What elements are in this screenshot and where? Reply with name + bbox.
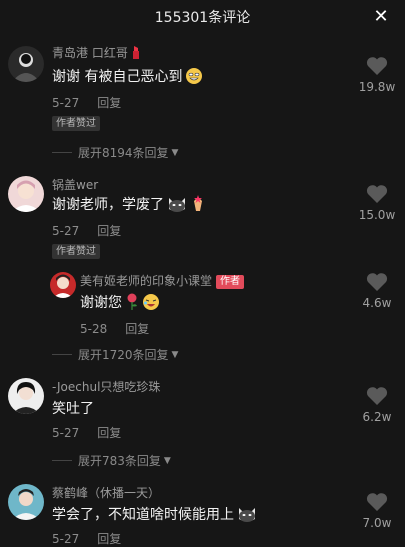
grinning-emoji-icon [185,67,203,89]
comment-username[interactable]: -Joechul只想吃珍珠 [52,378,160,395]
chevron-down-icon: ▼ [163,455,171,466]
reply-button[interactable]: 回复 [97,426,121,440]
comment-date: 5-28 [80,322,108,336]
divider-line [52,152,72,153]
heart-icon [366,493,388,511]
comment-text: 学会了，不知道啥时候能用上 [52,504,257,527]
reply-button[interactable]: 回复 [97,532,121,546]
like-count: 6.2w [362,410,392,424]
comment-meta: 5-27 回复 [52,222,121,239]
avatar[interactable] [8,484,44,520]
expand-replies-label[interactable]: 展开8194条回复 [78,144,169,161]
comment-username[interactable]: 青岛港 口红哥 [52,44,141,62]
username-text[interactable]: 青岛港 口红哥 [52,46,128,60]
comments-header: 155301条评论 ✕ [0,0,405,34]
avatar[interactable] [8,378,44,414]
comment-text-content: 谢谢您 [80,295,122,311]
comment-text-content: 学会了，不知道啥时候能用上 [52,507,234,523]
like-button[interactable]: 7.0w [357,492,397,530]
comment-meta: 5-27 回复 [52,424,121,441]
like-count: 15.0w [358,208,396,222]
chevron-down-icon: ▼ [171,349,179,360]
cat-emoji-icon [167,195,187,217]
comment-date: 5-27 [52,532,80,546]
heart-icon [366,273,388,291]
expand-replies[interactable]: 展开8194条回复 ▼ [52,144,178,161]
comment-username[interactable]: 锅盖wer [52,176,98,193]
author-tag: 作者 [216,275,245,289]
comment-date: 5-27 [52,96,80,110]
comment-meta: 5-27 回复 [52,94,121,111]
expand-replies[interactable]: 展开1720条回复 ▼ [52,346,178,363]
author-liked-badge: 作者赞过 [52,116,100,131]
comment-username[interactable]: 蔡鹤峰（休播一天） [52,484,160,501]
reply-button[interactable]: 回复 [97,96,121,110]
sparkle-emoji-icon [190,195,206,217]
reply-button[interactable]: 回复 [97,224,121,238]
heart-icon [366,185,388,203]
reply-button[interactable]: 回复 [125,322,149,336]
heart-icon [366,57,388,75]
comment-text: 谢谢 有被自己恶心到 [52,66,203,89]
divider-line [52,460,72,461]
avatar[interactable] [8,46,44,82]
rose-emoji-icon [125,293,139,315]
like-button[interactable]: 6.2w [357,386,397,424]
comment-text: 谢谢您 [80,292,160,315]
like-count: 7.0w [362,516,392,530]
like-button[interactable]: 4.6w [357,272,397,310]
avatar[interactable] [50,272,76,298]
author-liked-badge: 作者赞过 [52,244,100,259]
comment-text: 笑吐了 [52,401,94,417]
expand-replies-label[interactable]: 展开783条回复 [78,452,161,469]
expand-replies-label[interactable]: 展开1720条回复 [78,346,169,363]
username-text[interactable]: 美有姬老师的印象小课堂 [80,274,212,288]
chevron-down-icon: ▼ [171,147,179,158]
like-count: 4.6w [362,296,392,310]
avatar[interactable] [8,176,44,212]
comment-username[interactable]: 美有姬老师的印象小课堂 作者 [80,272,245,289]
like-button[interactable]: 15.0w [357,184,397,222]
lipstick-icon [131,45,141,62]
divider-line [52,354,72,355]
comment-meta: 5-28 回复 [80,320,149,337]
close-icon[interactable]: ✕ [371,6,391,27]
comment-text: 谢谢老师，学废了 [52,194,206,217]
like-count: 19.8w [358,80,396,94]
comment-meta: 5-27 回复 [52,530,121,547]
heart-icon [366,387,388,405]
comment-date: 5-27 [52,426,80,440]
comment-text-content: 谢谢老师，学废了 [52,197,164,213]
laughing-emoji-icon [142,293,160,315]
comment-text-content: 谢谢 有被自己恶心到 [52,69,183,85]
comment-date: 5-27 [52,224,80,238]
cat-emoji-icon [237,505,257,527]
expand-replies[interactable]: 展开783条回复 ▼ [52,452,171,469]
comment-count-title: 155301条评论 [154,10,251,26]
like-button[interactable]: 19.8w [357,56,397,94]
